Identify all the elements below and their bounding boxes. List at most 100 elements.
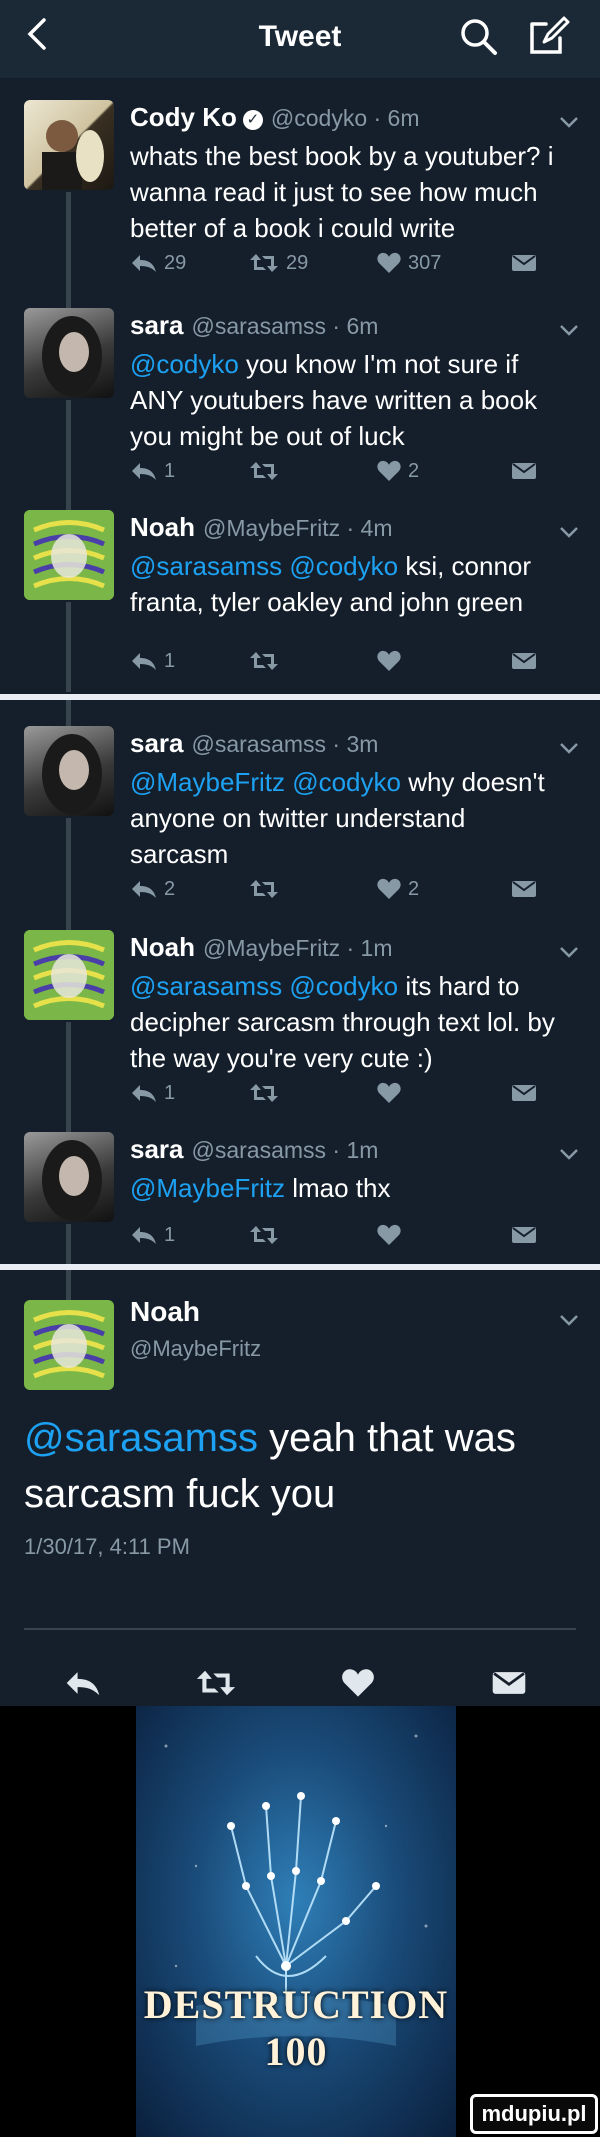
main-tweet-actions (0, 1664, 600, 1708)
heart-icon (377, 460, 401, 481)
chevron-down-icon[interactable] (558, 1312, 580, 1328)
avatar[interactable] (24, 308, 114, 398)
reply-button[interactable]: 1 (130, 454, 175, 488)
reply-count: 2 (164, 877, 176, 900)
mention-link[interactable]: @sarasamss @codyko (130, 551, 398, 581)
direct-message-button[interactable] (510, 1218, 538, 1252)
message-icon (512, 881, 536, 897)
chevron-down-icon[interactable] (558, 944, 580, 960)
reply-button[interactable]: 2 (130, 872, 175, 906)
retweet-button[interactable] (248, 872, 286, 906)
author-name[interactable]: Noah (130, 512, 195, 542)
author-name[interactable]: sara (130, 1134, 184, 1164)
retweet-button[interactable] (248, 1218, 286, 1252)
retweet-button[interactable]: 29 (248, 246, 308, 280)
tweet-actions: 1 (130, 1218, 570, 1252)
retweet-button[interactable] (248, 454, 286, 488)
like-button[interactable] (376, 644, 408, 678)
avatar[interactable] (24, 1132, 114, 1222)
avatar[interactable] (24, 510, 114, 600)
like-button[interactable] (376, 1218, 408, 1252)
retweet-button[interactable] (248, 644, 286, 678)
thread-line (66, 484, 71, 510)
author-handle[interactable]: @sarasamss · 6m (192, 313, 379, 339)
author-name[interactable]: Noah (130, 1296, 200, 1328)
like-button[interactable]: 2 (376, 872, 419, 906)
thread-line (66, 1224, 71, 1268)
mention-link[interactable]: @sarasamss (24, 1416, 258, 1460)
tweet-text: @sarasamss @codyko its hard to decipher … (130, 971, 555, 1073)
reply-icon (132, 255, 156, 272)
direct-message-button[interactable] (490, 1668, 528, 1703)
verified-badge-icon: ✓ (242, 110, 263, 130)
chevron-down-icon[interactable] (558, 524, 580, 540)
author-handle[interactable]: @MaybeFritz · 1m (203, 935, 392, 961)
author-handle[interactable]: @MaybeFritz (130, 1336, 261, 1362)
meme-caption: DESTRUCTION 100 (143, 1982, 449, 2074)
author-handle[interactable]: @codyko · 6m (271, 105, 420, 131)
search-icon[interactable] (456, 14, 500, 58)
reply-count: 1 (164, 1081, 176, 1104)
author-name[interactable]: sara (130, 728, 184, 758)
message-icon (512, 1085, 536, 1101)
reply-button[interactable]: 1 (130, 1218, 175, 1252)
tweet-actions: 2 2 (130, 872, 570, 906)
tweet-text: whats the best book by a youtuber? i wan… (130, 141, 554, 243)
reply-tweet[interactable]: Cody Ko ✓ @codyko · 6m whats the best book… (0, 100, 600, 282)
reply-tweet[interactable]: Noah @MaybeFritz · 1m @sarasamss @codyko … (0, 892, 600, 1112)
direct-message-button[interactable] (510, 872, 538, 906)
reply-button[interactable]: 1 (130, 1076, 175, 1110)
reply-button[interactable]: 1 (130, 644, 175, 678)
avatar[interactable] (24, 100, 114, 190)
reply-tweet[interactable]: sara @sarasamss · 6m @codyko you know I'm… (0, 278, 600, 490)
mention-link[interactable]: @codyko (130, 349, 239, 379)
reply-tweet[interactable]: sara @sarasamss · 1m @MaybeFritz lmao thx… (0, 1108, 600, 1268)
message-icon (512, 1227, 536, 1243)
chevron-down-icon[interactable] (558, 1146, 580, 1162)
heart-icon (377, 650, 401, 671)
direct-message-button[interactable] (510, 1076, 538, 1110)
reply-icon (132, 1227, 156, 1244)
author-handle[interactable]: @sarasamss · 3m (192, 731, 379, 757)
reply-tweet[interactable]: Noah @MaybeFritz · 4m @sarasamss @codyko … (0, 484, 600, 692)
heart-icon (342, 1669, 374, 1697)
image-letterbox (456, 1706, 600, 2137)
reply-button[interactable] (64, 1668, 102, 1703)
timestamp[interactable]: 1/30/17, 4:11 PM (24, 1534, 190, 1560)
mention-link[interactable]: @sarasamss @codyko (130, 971, 398, 1001)
chevron-down-icon[interactable] (558, 322, 580, 338)
reply-count: 1 (164, 459, 176, 482)
reply-button[interactable]: 29 (130, 246, 186, 280)
reply-count: 29 (164, 251, 187, 274)
author-handle[interactable]: @MaybeFritz · 4m (203, 515, 392, 541)
retweet-icon (250, 462, 278, 480)
direct-message-button[interactable] (510, 644, 538, 678)
direct-message-button[interactable] (510, 246, 538, 280)
like-button[interactable]: 307 (376, 246, 441, 280)
like-button[interactable] (376, 1076, 408, 1110)
avatar[interactable] (24, 930, 114, 1020)
compose-icon[interactable] (526, 12, 572, 58)
author-name[interactable]: Cody Ko (130, 102, 237, 132)
message-icon (512, 463, 536, 479)
chevron-down-icon[interactable] (558, 114, 580, 130)
chevron-down-icon[interactable] (558, 740, 580, 756)
author-handle[interactable]: @sarasamss · 1m (192, 1137, 379, 1163)
direct-message-button[interactable] (510, 454, 538, 488)
watermark-logo: mdupiu.pl (470, 2094, 598, 2134)
retweet-button[interactable] (248, 1076, 286, 1110)
like-button[interactable]: 2 (376, 454, 419, 488)
avatar[interactable] (24, 726, 114, 816)
author-name[interactable]: sara (130, 310, 184, 340)
avatar[interactable] (24, 1300, 114, 1390)
like-button[interactable] (340, 1668, 376, 1703)
retweet-icon (250, 652, 278, 670)
retweet-button[interactable] (194, 1668, 238, 1703)
reply-tweet[interactable]: sara @sarasamss · 3m @MaybeFritz @codyko … (0, 700, 600, 908)
thread-line (66, 1108, 71, 1132)
author-name[interactable]: Noah (130, 932, 195, 962)
mention-link[interactable]: @MaybeFritz @codyko (130, 767, 401, 797)
message-icon (512, 255, 536, 271)
message-icon (492, 1672, 526, 1694)
mention-link[interactable]: @MaybeFritz (130, 1173, 285, 1203)
